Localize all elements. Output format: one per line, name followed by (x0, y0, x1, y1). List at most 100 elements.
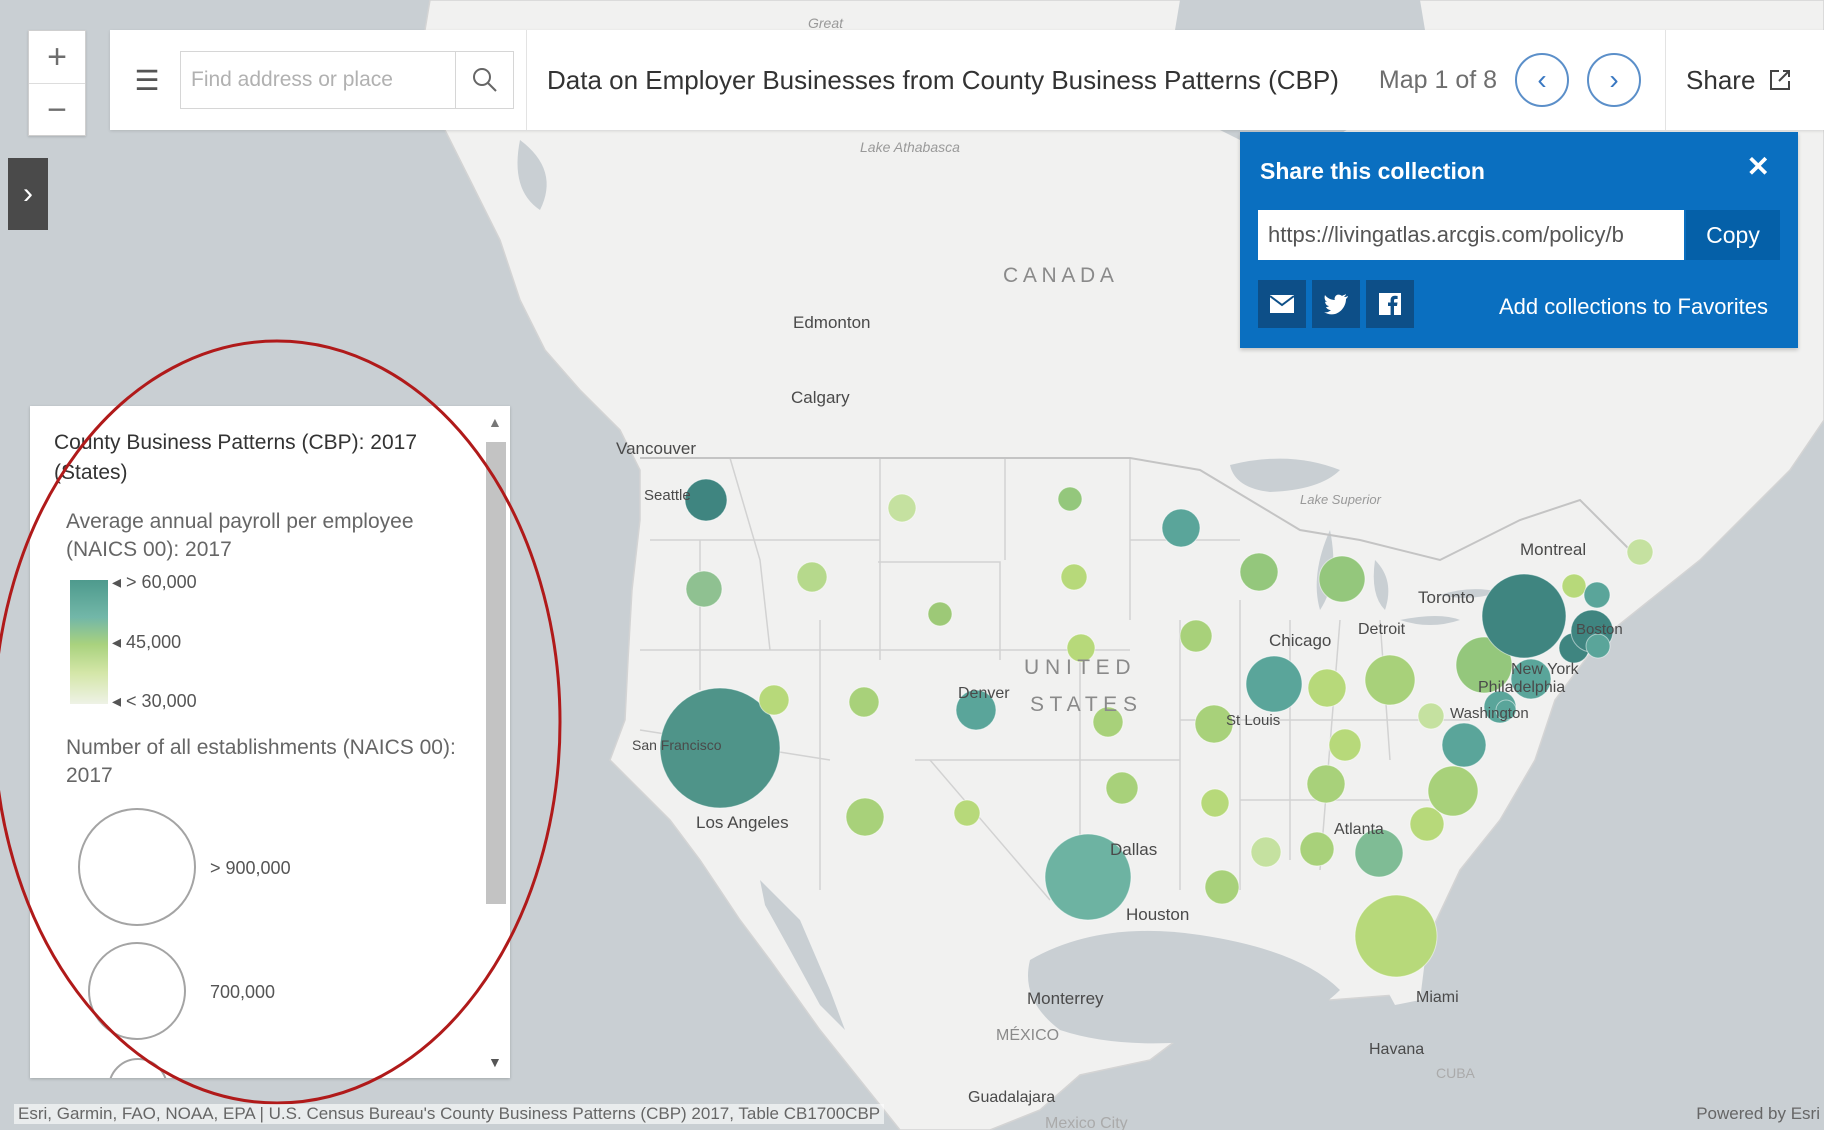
label-cuba: CUBA (1436, 1065, 1476, 1081)
label-athabasca: Lake Athabasca (860, 139, 960, 155)
city-st-louis: St Louis (1226, 712, 1280, 729)
divider (1665, 30, 1667, 130)
zoom-out-button[interactable]: − (29, 83, 85, 136)
scroll-down-icon[interactable]: ▼ (488, 1054, 502, 1070)
city-houston: Houston (1126, 905, 1189, 924)
city-philadelphia: Philadelphia (1478, 679, 1565, 696)
city-atlanta: Atlanta (1334, 821, 1384, 838)
state-symbol-mn (1161, 508, 1201, 548)
share-icon (1770, 70, 1791, 90)
powered-by-esri[interactable]: Powered by Esri (1696, 1104, 1820, 1124)
state-symbol-wa (684, 478, 728, 522)
legend-tick-mid: ◂ 45,000 (112, 632, 182, 652)
copy-button[interactable]: Copy (1686, 210, 1780, 260)
state-symbol-or (685, 570, 723, 608)
attribution-text: Esri, Garmin, FAO, NOAA, EPA | U.S. Cens… (14, 1104, 885, 1124)
state-symbol-ut (848, 686, 880, 718)
map-counter: Map 1 of 8 (1378, 65, 1498, 94)
scrollbar-thumb[interactable] (486, 442, 506, 904)
state-symbol-id (796, 561, 828, 593)
share-url-field[interactable] (1258, 210, 1684, 260)
state-symbol-al (1299, 831, 1335, 867)
previous-map-button[interactable]: ‹ (1515, 53, 1570, 107)
legend-tick-low-label: < 30,000 (126, 691, 197, 711)
legend-size-ring-small (108, 1058, 168, 1078)
legend-tick-low: ◂ < 30,000 (112, 691, 197, 711)
divider (526, 30, 527, 130)
state-symbol-la (1204, 869, 1240, 905)
chevron-left-icon: ‹ (1537, 64, 1547, 95)
state-symbol-az (845, 797, 885, 837)
label-mexico: MÉXICO (996, 1025, 1059, 1044)
legend-panel: County Business Patterns (CBP): 2017 (St… (30, 406, 510, 1078)
share-button[interactable]: Share (1686, 65, 1793, 96)
twitter-icon[interactable] (1312, 280, 1360, 328)
state-symbol-nv (758, 684, 790, 716)
city-miami: Miami (1416, 989, 1459, 1006)
zoom-control: + − (28, 30, 86, 136)
zoom-in-button[interactable]: + (29, 31, 85, 83)
share-panel: Share this collection ✕ Copy Add collect… (1240, 132, 1798, 348)
email-icon[interactable] (1258, 280, 1306, 328)
label-canada: C A N A D A (1003, 264, 1114, 287)
city-dallas: Dallas (1110, 840, 1157, 859)
expand-panel-button[interactable]: › (8, 158, 48, 230)
city-toronto: Toronto (1418, 588, 1475, 607)
city-montreal: Montreal (1520, 540, 1586, 559)
state-symbol-nh (1583, 581, 1611, 609)
state-symbol-va (1441, 722, 1487, 768)
color-ramp (70, 580, 108, 704)
search-button[interactable] (455, 51, 513, 109)
state-symbol-fl (1354, 894, 1438, 978)
label-superior: Lake Superior (1300, 492, 1382, 507)
state-symbol-wy (927, 601, 953, 627)
next-map-button[interactable]: › (1587, 53, 1642, 107)
attribution-bar: Esri, Garmin, FAO, NOAA, EPA | U.S. Cens… (0, 1100, 1824, 1130)
state-symbol-oh (1364, 654, 1416, 706)
label-united: U N I T E D (1024, 656, 1131, 679)
label-great: Great (808, 15, 844, 31)
state-symbol-ok (1105, 771, 1139, 805)
city-washington: Washington (1450, 705, 1529, 722)
chevron-right-icon: › (23, 177, 33, 210)
scroll-up-icon[interactable]: ▲ (488, 414, 502, 430)
state-symbol-il (1245, 655, 1303, 713)
chevron-right-icon: › (1609, 64, 1619, 95)
state-symbol-ms (1250, 836, 1282, 868)
city-monterrey: Monterrey (1027, 989, 1104, 1008)
city-denver: Denver (958, 685, 1010, 702)
add-to-favorites-link[interactable]: Add collections to Favorites (1499, 294, 1768, 320)
state-symbol-wi (1239, 552, 1279, 592)
share-label: Share (1686, 64, 1756, 95)
city-chicago: Chicago (1269, 631, 1331, 650)
state-symbol-in (1307, 668, 1347, 708)
city-san-francisco: San Francisco (632, 737, 722, 753)
city-detroit: Detroit (1358, 621, 1406, 638)
legend-size-label-large: > 900,000 (210, 858, 291, 878)
search-input[interactable] (181, 54, 455, 106)
state-symbol-nm (953, 799, 981, 827)
header-bar: ☰ Data on Employer Businesses from Count… (110, 30, 1824, 130)
close-icon[interactable]: ✕ (1747, 150, 1770, 183)
legend-establishments-label: Number of all establishments (NAICS 00):… (66, 736, 456, 787)
state-symbol-vt (1561, 573, 1587, 599)
legend-size-ring-large (78, 808, 196, 926)
state-symbol-ar (1200, 788, 1230, 818)
menu-icon[interactable]: ☰ (124, 64, 170, 97)
city-los-angeles: Los Angeles (696, 813, 789, 832)
state-symbol-wv (1417, 702, 1445, 730)
legend-scrollbar[interactable]: ▲ ▼ (482, 406, 510, 1078)
search-icon (472, 68, 497, 92)
legend-tick-high: ◂ > 60,000 (112, 572, 197, 592)
city-havana: Havana (1369, 1041, 1424, 1058)
state-symbol-me (1626, 538, 1654, 566)
state-symbol-mi (1318, 555, 1366, 603)
legend-size-label-medium: 700,000 (210, 982, 276, 1002)
state-symbol-mt (887, 493, 917, 523)
facebook-icon[interactable] (1366, 280, 1414, 328)
state-symbol-ny (1481, 573, 1567, 659)
city-boston: Boston (1576, 621, 1623, 638)
share-panel-title: Share this collection (1260, 158, 1485, 184)
legend-tick-mid-label: 45,000 (126, 632, 182, 652)
state-symbol-nc (1427, 765, 1479, 817)
